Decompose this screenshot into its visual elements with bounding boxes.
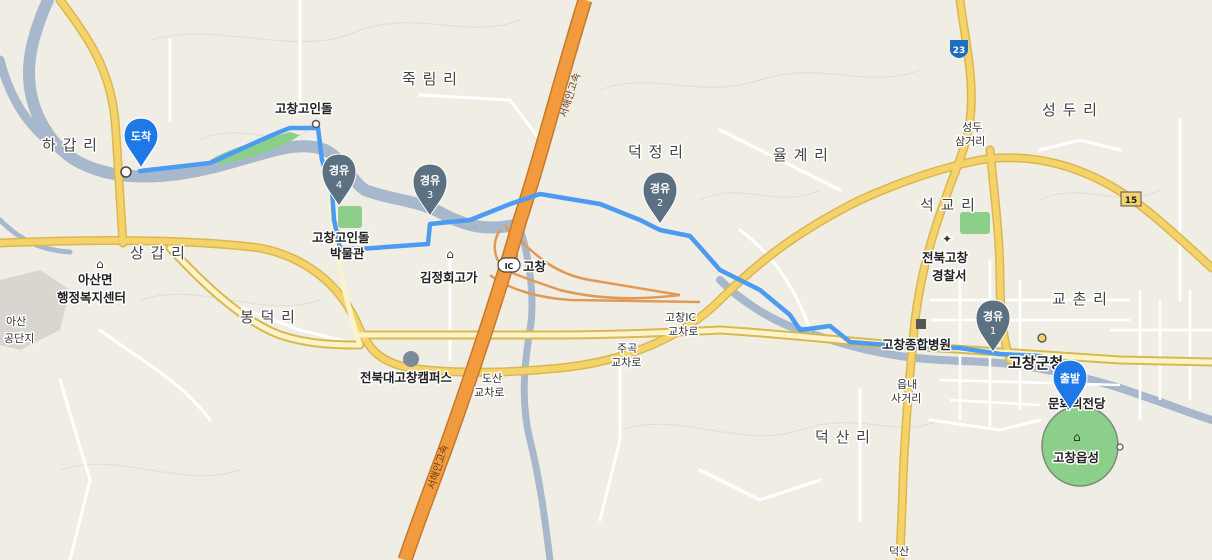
place-sanggap: 상 갑 리 [130, 244, 186, 262]
poi-dot-icon [311, 119, 321, 129]
poi-eupseong-label: 고창읍성 [1053, 450, 1099, 465]
poi-gochang-ic[interactable]: IC 고창 [497, 257, 548, 276]
arrival-marker-label: 도착 [131, 129, 151, 143]
hospital-icon [916, 319, 926, 329]
junction-deoksan-bottom: 덕산 [889, 545, 909, 558]
poi-police-label-1: 전북고창 [922, 250, 969, 265]
junction-seongdu-2: 삼거리 [955, 135, 985, 148]
poi-police-label-2: 경찰서 [932, 268, 967, 283]
junction-seongdu-1: 성두 [962, 121, 982, 134]
route-shield-23: 23 [950, 40, 968, 58]
waypoint-2-label: 경유 [650, 181, 670, 195]
school-icon [403, 351, 419, 367]
place-hagap: 하 갑 리 [42, 136, 98, 154]
poi-jeonbuk-campus-label: 전북대고창캠퍼스 [360, 370, 453, 385]
poi-museum-label-1: 고창고인돌 [312, 230, 370, 245]
route-shield-15: 15 [1120, 191, 1142, 207]
place-jukrim: 죽 림 리 [402, 70, 458, 88]
junction-gochang-ic-1: 고창IC [665, 311, 696, 324]
junction-jugok-1: 주곡 [617, 342, 637, 355]
start-marker-label: 출발 [1060, 371, 1080, 385]
waypoint-4-number: 4 [336, 180, 342, 191]
office-dot-icon [1037, 333, 1047, 343]
waypoint-2-number: 2 [657, 198, 663, 209]
map-svg[interactable]: 23 15 서해안고속 서해안고속 죽 림 리 하 갑 리 상 갑 리 덕 정 … [0, 0, 1212, 560]
place-bongdeok: 봉 덕 리 [240, 308, 296, 326]
junction-eupnae-1: 읍내 [897, 378, 917, 391]
poi-gochang-goindol-label: 고창고인돌 [275, 101, 333, 116]
police-icon: ✦ [942, 232, 952, 246]
place-seongdu: 성 두 리 [1042, 101, 1098, 119]
poi-dot-icon [1116, 443, 1124, 451]
waypoint-3-label: 경유 [420, 173, 440, 187]
map-canvas[interactable]: 23 15 서해안고속 서해안고속 죽 림 리 하 갑 리 상 갑 리 덕 정 … [0, 0, 1212, 560]
place-yulgye: 율 계 리 [773, 146, 829, 164]
junction-eupnae-2: 사거리 [891, 392, 921, 405]
route-shield-15-label: 15 [1125, 196, 1138, 206]
land-background [0, 0, 1212, 560]
waypoint-1-number: 1 [990, 326, 996, 337]
place-asan-industrial-1: 아산 [6, 315, 26, 328]
waypoint-3-number: 3 [427, 190, 433, 201]
waypoint-1-label: 경유 [983, 309, 1003, 323]
junction-jugok-2: 교차로 [611, 356, 641, 369]
waypoint-4-label: 경유 [329, 163, 349, 177]
poi-hospital-label: 고창종합병원 [882, 337, 951, 352]
office-icon: ⌂ [96, 257, 104, 271]
ic-badge-label: IC [505, 262, 514, 271]
poi-asan-office-label-2: 행정복지센터 [57, 290, 126, 305]
poi-asan-office-label-1: 아산면 [78, 272, 113, 287]
fortress-icon: ⌂ [1073, 430, 1081, 444]
heritage-icon: ⌂ [446, 247, 454, 261]
route-shield-23-label: 23 [953, 46, 966, 56]
junction-gochang-ic-2: 교차로 [668, 325, 698, 338]
place-deokjeong: 덕 정 리 [628, 143, 684, 161]
place-gyochon: 교 촌 리 [1052, 290, 1108, 308]
poi-gochang-ic-label: 고창 [523, 259, 547, 274]
place-deoksan: 덕 산 리 [815, 428, 871, 446]
place-asan-industrial-2: 공단지 [4, 332, 34, 345]
arrival-point-icon [120, 166, 132, 178]
junction-dosan-1: 도산 [482, 372, 502, 385]
poi-museum-label-2: 박물관 [330, 246, 365, 261]
junction-dosan-2: 교차로 [474, 386, 504, 399]
place-seokgyo: 석 교 리 [920, 196, 976, 214]
poi-gimjeonghoe-label: 김정회고가 [420, 270, 478, 285]
